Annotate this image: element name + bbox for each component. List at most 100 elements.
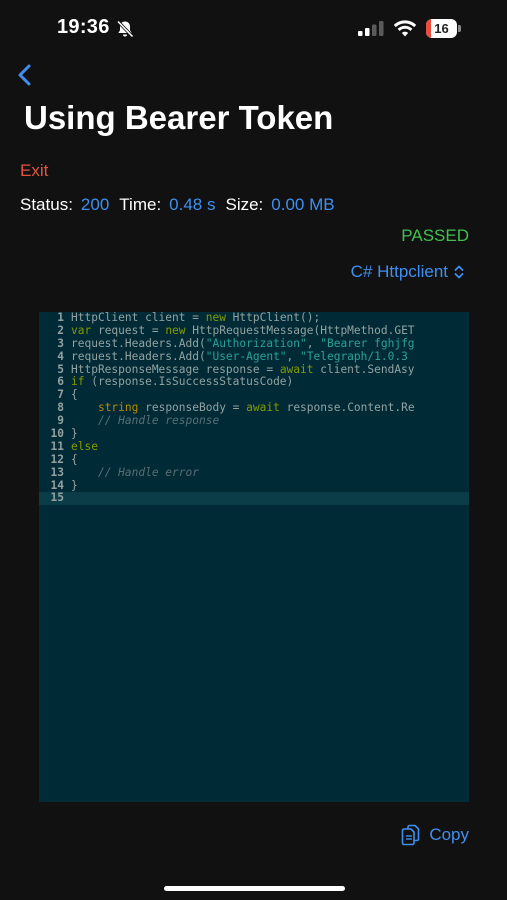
code-text: { [71, 389, 78, 402]
code-line: 7{ [39, 389, 469, 402]
code-token: , [286, 350, 301, 363]
code-text: } [71, 480, 78, 493]
code-text: string responseBody = await response.Con… [71, 402, 415, 415]
stats-row: Status: 200 Time: 0.48 s Size: 0.00 MB [20, 195, 335, 215]
code-line: 14} [39, 480, 469, 493]
code-token: HttpRequestMessage(HttpMethod.GET [185, 324, 415, 337]
code-token: responseBody = [138, 402, 247, 415]
code-line: 2 var request = new HttpRequestMessage(Ht… [39, 325, 469, 338]
code-token: HttpClient client = [71, 312, 206, 324]
code-text: else [71, 441, 98, 454]
time-value: 0.48 s [169, 195, 216, 214]
chevron-up-down-icon [454, 265, 464, 279]
time-label: Time: [119, 195, 162, 214]
code-line: 4 request.Headers.Add("User-Agent", "Tele… [39, 351, 469, 364]
size-label: Size: [225, 195, 264, 214]
line-number: 1 [57, 312, 64, 324]
code-text: HttpResponseMessage response = await cli… [71, 364, 415, 377]
code-text: { [71, 454, 78, 467]
chevron-left-icon[interactable] [12, 60, 38, 90]
code-token: { [71, 389, 78, 402]
code-token: "User-Agent" [205, 350, 287, 363]
code-token: } [71, 479, 78, 492]
code-token: "Bearer fghjfg [320, 337, 415, 350]
code-line: 13 // Handle error [39, 467, 469, 480]
status-time: 19:36 [57, 16, 110, 38]
code-editor[interactable]: 1 HttpClient client = new HttpClient(); 2 v… [39, 312, 469, 802]
code-token: } [71, 428, 78, 441]
status-value: 200 [80, 195, 110, 214]
code-text: // Handle response [71, 415, 219, 428]
line-number: 4 [57, 350, 64, 363]
code-token: new [205, 312, 226, 324]
code-token: request.Headers.Add( [71, 337, 206, 350]
size-value: 0.00 MB [271, 195, 335, 214]
code-token: "Telegraph/1.0.3 [300, 350, 408, 363]
status-label: Status: [20, 195, 73, 214]
code-text: var request = new HttpRequestMessage(Htt… [71, 325, 415, 338]
battery-indicator: 16 [426, 19, 462, 38]
code-line: 9 // Handle response [39, 415, 469, 428]
code-line: 11 else [39, 441, 469, 454]
line-number: 14 [50, 479, 64, 492]
code-line: 8 string responseBody = await response.C… [39, 402, 469, 415]
code-token: HttpClient(); [225, 312, 321, 324]
code-line: 10} [39, 428, 469, 441]
line-number: 7 [57, 389, 64, 402]
code-token: var [71, 324, 92, 337]
code-line: 1 HttpClient client = new HttpClient(); [39, 312, 469, 325]
code-token: new [165, 324, 186, 337]
battery-level: 16 [434, 21, 449, 36]
copy-icon [402, 824, 420, 846]
code-token: response.Content.Re [279, 402, 415, 415]
bell-slash-icon [116, 20, 134, 38]
page-title: Using Bearer Token [24, 99, 334, 136]
code-token: string [97, 402, 139, 415]
line-number: 13 [50, 466, 64, 479]
copy-button[interactable]: Copy [401, 824, 469, 846]
line-number: 12 [50, 453, 64, 466]
code-lines: 1 HttpClient client = new HttpClient(); 2 v… [39, 312, 469, 506]
language-select-label: C# Httpclient [350, 262, 448, 281]
wifi-icon [393, 20, 417, 37]
code-token: await [279, 363, 314, 376]
home-indicator [164, 886, 345, 891]
line-number: 3 [57, 337, 64, 350]
code-token: else [71, 440, 98, 453]
exit-button[interactable]: Exit [20, 161, 48, 181]
code-token: { [71, 453, 78, 466]
cellular-signal-icon [358, 21, 384, 36]
line-number: 6 [57, 376, 64, 389]
code-text: HttpClient client = new HttpClient(); [71, 312, 320, 325]
language-select[interactable]: C# Httpclient [351, 262, 465, 282]
code-token: "Authorization" [205, 337, 307, 350]
code-text: // Handle error [71, 467, 199, 480]
line-number: 5 [57, 363, 64, 376]
code-token: // Handle error [97, 466, 199, 479]
code-token: request.Headers.Add( [71, 350, 206, 363]
code-token: if [71, 376, 85, 389]
code-text: } [71, 428, 78, 441]
code-line: 15 [39, 492, 469, 506]
line-number: 15 [50, 492, 64, 505]
code-token: await [246, 402, 280, 415]
status-bar: 19:36 16 [0, 0, 507, 58]
code-text: request.Headers.Add("User-Agent", "Teleg… [71, 351, 408, 364]
line-number: 11 [50, 440, 64, 453]
line-number: 9 [57, 415, 64, 428]
code-token: client.SendAsy [313, 363, 415, 376]
code-token: // Handle response [97, 415, 220, 428]
line-number: 2 [57, 324, 64, 337]
line-number: 10 [50, 428, 64, 441]
code-text: request.Headers.Add("Authorization", "Be… [71, 338, 415, 351]
code-line: 6 if (response.IsSuccessStatusCode) [39, 376, 469, 389]
code-text: if (response.IsSuccessStatusCode) [71, 376, 293, 389]
code-token: HttpResponseMessage response = [71, 363, 280, 376]
code-token: , [306, 337, 321, 350]
line-number: 8 [57, 402, 64, 415]
code-token: request = [91, 324, 166, 337]
code-line: 3 request.Headers.Add("Authorization", "B… [39, 338, 469, 351]
